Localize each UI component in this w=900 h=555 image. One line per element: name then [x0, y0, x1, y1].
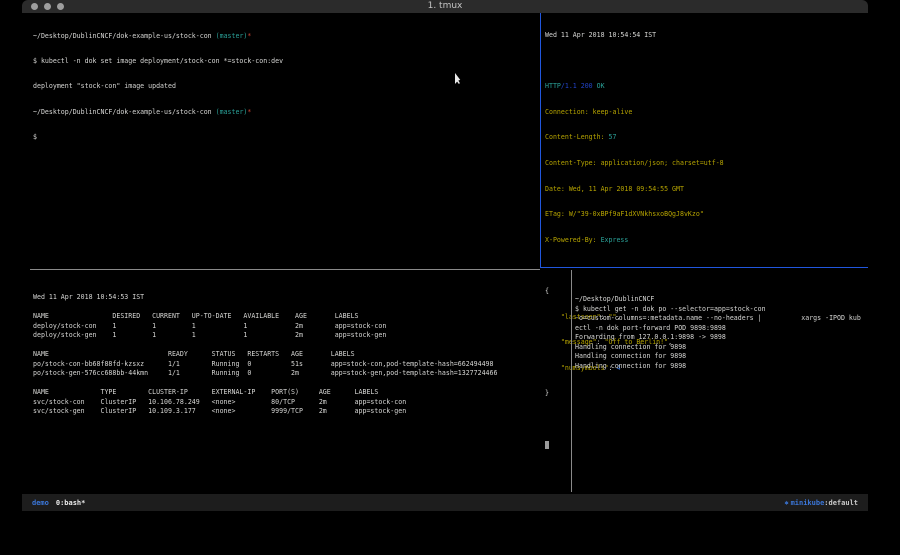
terminal-window: 1. tmux ~/Desktop/DublinCNCF/dok-example…: [22, 0, 868, 511]
desktop: { "window": { "title": "1. tmux" }, "col…: [0, 0, 900, 555]
status-right: ⎈ minikube :default: [784, 499, 858, 507]
git-branch: (master): [216, 32, 248, 40]
kubectl-tables: Wed 11 Apr 2018 10:54:53 IST NAME DESIRE…: [33, 293, 497, 417]
pane-timestamp: Wed 11 Apr 2018 10:54:54 IST: [545, 31, 724, 41]
shell-prompt: $: [33, 133, 283, 142]
command-output: deployment "stock-con" image updated: [33, 82, 283, 91]
terminal-content: ~/Desktop/DublinCNCF/dok-example-us/stoc…: [22, 13, 868, 494]
tmux-status-bar: demo 0:bash* ⎈ minikube :default: [22, 494, 868, 511]
pane-top-left[interactable]: ~/Desktop/DublinCNCF/dok-example-us/stoc…: [33, 16, 283, 158]
pane-bottom-left[interactable]: Wed 11 Apr 2018 10:54:53 IST NAME DESIRE…: [33, 274, 497, 436]
port-forward-log: ~/Desktop/DublinCNCF $ kubectl get -n do…: [575, 295, 861, 371]
http-header: Connection: keep-alive: [545, 108, 724, 118]
window-title: 1. tmux: [22, 0, 868, 13]
http-header: Content-Type: application/json; charset=…: [545, 159, 724, 169]
http-status-line: HTTP/1.1 200 OK: [545, 82, 724, 92]
command-line: $ kubectl -n dok set image deployment/st…: [33, 57, 283, 66]
prompt-line: ~/Desktop/DublinCNCF/dok-example-us/stoc…: [33, 32, 283, 41]
http-header: X-Powered-By: Express: [545, 236, 724, 246]
http-header: Content-Length: 57: [545, 133, 724, 143]
kube-context: minikube: [791, 499, 825, 507]
mouse-pointer-icon: [455, 73, 462, 84]
window-tab-bash[interactable]: 0:bash*: [56, 499, 86, 507]
kubernetes-helm-icon: ⎈: [784, 499, 788, 507]
pane-divider-vertical-top[interactable]: [540, 13, 541, 268]
git-branch: (master): [216, 108, 248, 116]
titlebar[interactable]: 1. tmux: [22, 0, 868, 13]
http-header: Date: Wed, 11 Apr 2018 09:54:55 GMT: [545, 185, 724, 195]
git-dirty-marker: *: [247, 32, 251, 40]
cwd-text: ~/Desktop/DublinCNCF/dok-example-us/stoc…: [33, 108, 216, 116]
terminal-cursor: [545, 441, 549, 449]
cwd-text: ~/Desktop/DublinCNCF/dok-example-us/stoc…: [33, 32, 216, 40]
git-dirty-marker: *: [247, 108, 251, 116]
pane-divider-horizontal-right[interactable]: [540, 267, 868, 268]
http-header: ETag: W/"39-0xBPf9aF1dXVNkhsxoBQgJ8vKzo": [545, 210, 724, 220]
prompt-line: ~/Desktop/DublinCNCF/dok-example-us/stoc…: [33, 108, 283, 117]
pane-bottom-right[interactable]: ~/Desktop/DublinCNCF $ kubectl get -n do…: [575, 276, 861, 390]
pane-divider-horizontal-left[interactable]: [30, 269, 540, 270]
pane-divider-vertical-bottom[interactable]: [571, 270, 572, 492]
kube-namespace: :default: [824, 499, 858, 507]
session-name: demo: [32, 499, 49, 507]
